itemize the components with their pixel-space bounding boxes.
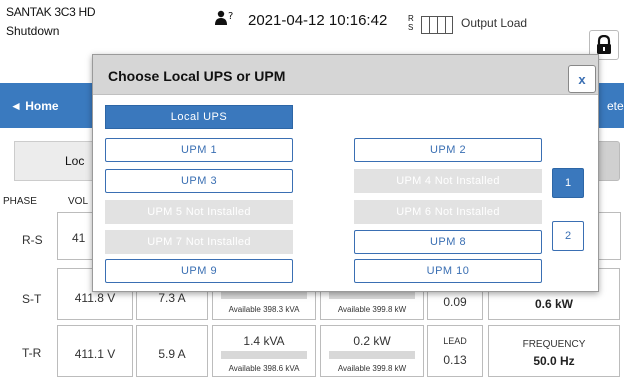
tab-right[interactable]	[596, 141, 620, 181]
output-load-meter	[421, 16, 453, 34]
header-voltage: VOL	[68, 196, 89, 207]
alarm-user-icon[interactable]: ?	[214, 10, 238, 26]
brand-label: SANTAK 3C3 HD	[6, 5, 96, 19]
dialog-title: Choose Local UPS or UPM	[108, 68, 286, 84]
page-2-button[interactable]: 2	[552, 221, 584, 251]
alarm-count: ?	[228, 11, 233, 22]
upm-2-button[interactable]: UPM 2	[354, 138, 542, 162]
lock-icon	[597, 35, 611, 54]
upm-10-button[interactable]: UPM 10	[354, 259, 542, 283]
header-phase: PHASE	[3, 196, 37, 207]
upm-8-button[interactable]: UPM 8	[354, 230, 542, 254]
datetime-display: 2021-04-12 10:16:42	[248, 12, 388, 29]
cell-kva-tr: 1.4 kVA Available 398.6 kVA	[212, 325, 316, 377]
upm-4-button: UPM 4 Not Installed	[354, 169, 542, 193]
choose-ups-dialog: Choose Local UPS or UPM x Local UPS UPM …	[92, 54, 599, 292]
output-load-label: Output Load	[461, 16, 528, 30]
row-phase-rs: R-S	[22, 233, 43, 247]
upm-5-button: UPM 5 Not Installed	[105, 200, 293, 224]
upm-9-button[interactable]: UPM 9	[105, 259, 293, 283]
row-phase-st: S-T	[22, 292, 42, 306]
home-button[interactable]: ◄ Home	[10, 99, 59, 113]
cell-kw-tr: 0.2 kW Available 399.8 kW	[320, 325, 424, 377]
meters-tab[interactable]: eters	[607, 99, 624, 113]
cell-frequency: FREQUENCY 50.0 Hz	[488, 325, 620, 377]
upm-1-button[interactable]: UPM 1	[105, 138, 293, 162]
mode-label: Shutdown	[6, 24, 60, 38]
phase-indicator: R S	[408, 14, 414, 32]
page-1-button[interactable]: 1	[552, 168, 584, 198]
upm-7-button: UPM 7 Not Installed	[105, 230, 293, 254]
cell-pf-tr: LEAD 0.13	[427, 325, 483, 377]
row-phase-tr: T-R	[22, 346, 42, 360]
local-ups-button[interactable]: Local UPS	[105, 105, 293, 129]
upm-3-button[interactable]: UPM 3	[105, 169, 293, 193]
close-button[interactable]: x	[568, 65, 596, 93]
status-bar: SANTAK 3C3 HD Shutdown ? 2021-04-12 10:1…	[0, 0, 624, 60]
cell-voltage-tr: 411.1 V	[57, 325, 133, 377]
cell-current-tr: 5.9 A	[136, 325, 208, 377]
cell-right-rs	[597, 212, 621, 260]
upm-6-button: UPM 6 Not Installed	[354, 200, 542, 224]
dialog-header: Choose Local UPS or UPM x	[93, 55, 598, 95]
